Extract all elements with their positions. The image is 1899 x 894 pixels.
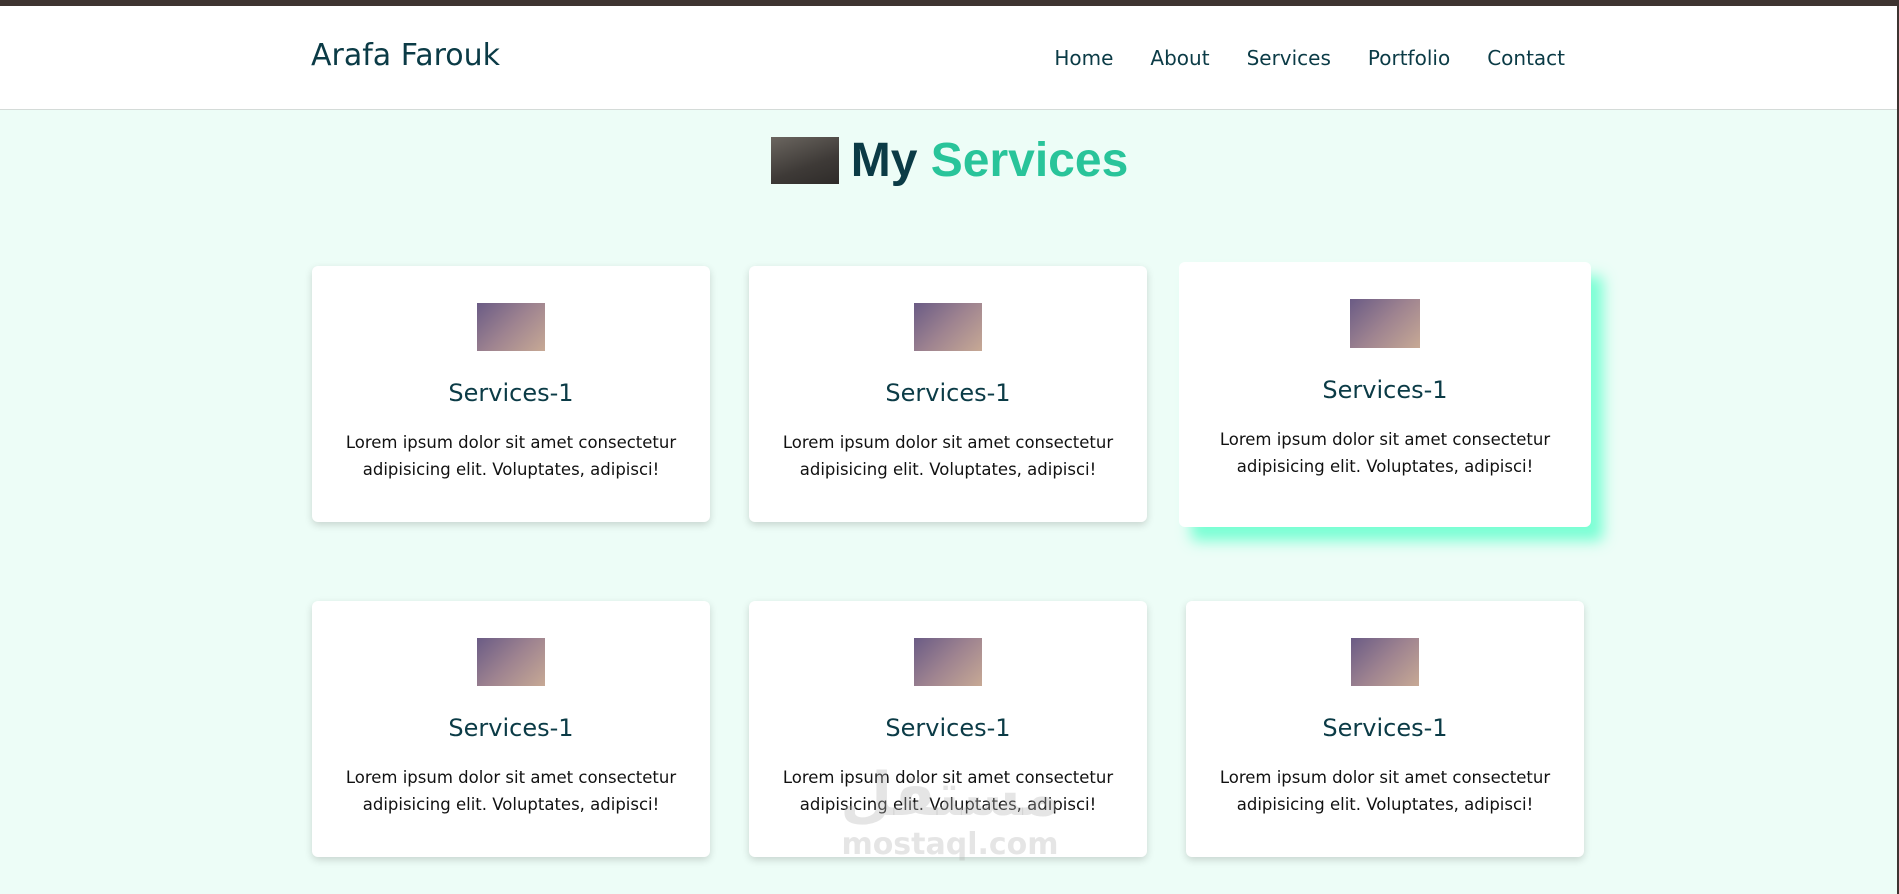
service-card-hovered[interactable]: Services-1 Lorem ipsum dolor sit amet co… (1179, 262, 1591, 527)
section-heading: My Services (0, 133, 1899, 188)
heading-image (770, 137, 839, 184)
main-nav: Home About Services Portfolio Contact (1054, 46, 1565, 70)
service-image (1350, 299, 1420, 348)
service-description: Lorem ipsum dolor sit amet consectetur a… (782, 433, 1114, 479)
service-image (914, 638, 982, 686)
service-card[interactable]: Services-1 Lorem ipsum dolor sit amet co… (1186, 601, 1584, 857)
nav-services[interactable]: Services (1247, 46, 1331, 70)
site-header: Arafa Farouk Home About Services Portfol… (0, 6, 1897, 110)
service-description: Lorem ipsum dolor sit amet consectetur a… (782, 768, 1114, 814)
service-image (477, 638, 545, 686)
service-title: Services-1 (885, 714, 1011, 742)
nav-portfolio[interactable]: Portfolio (1368, 46, 1450, 70)
title-word-my: My (850, 134, 918, 187)
service-image (914, 303, 982, 351)
service-card[interactable]: Services-1 Lorem ipsum dolor sit amet co… (312, 266, 710, 522)
service-title: Services-1 (448, 714, 574, 742)
service-description: Lorem ipsum dolor sit amet consectetur a… (345, 433, 677, 479)
title-word-services: Services (930, 134, 1129, 187)
service-card[interactable]: Services-1 Lorem ipsum dolor sit amet co… (749, 601, 1147, 857)
service-title: Services-1 (448, 379, 574, 407)
nav-home[interactable]: Home (1054, 46, 1113, 70)
service-title: Services-1 (885, 379, 1011, 407)
nav-contact[interactable]: Contact (1487, 46, 1565, 70)
service-description: Lorem ipsum dolor sit amet consectetur a… (1219, 430, 1551, 476)
service-card[interactable]: Services-1 Lorem ipsum dolor sit amet co… (312, 601, 710, 857)
service-image (477, 303, 545, 351)
service-description: Lorem ipsum dolor sit amet consectetur a… (345, 768, 677, 814)
page-title: My Services (851, 133, 1129, 188)
service-title: Services-1 (1322, 714, 1448, 742)
service-title: Services-1 (1322, 376, 1448, 404)
nav-about[interactable]: About (1150, 46, 1209, 70)
service-image (1351, 638, 1419, 686)
service-card[interactable]: Services-1 Lorem ipsum dolor sit amet co… (749, 266, 1147, 522)
site-logo[interactable]: Arafa Farouk (311, 38, 500, 73)
service-description: Lorem ipsum dolor sit amet consectetur a… (1219, 768, 1551, 814)
